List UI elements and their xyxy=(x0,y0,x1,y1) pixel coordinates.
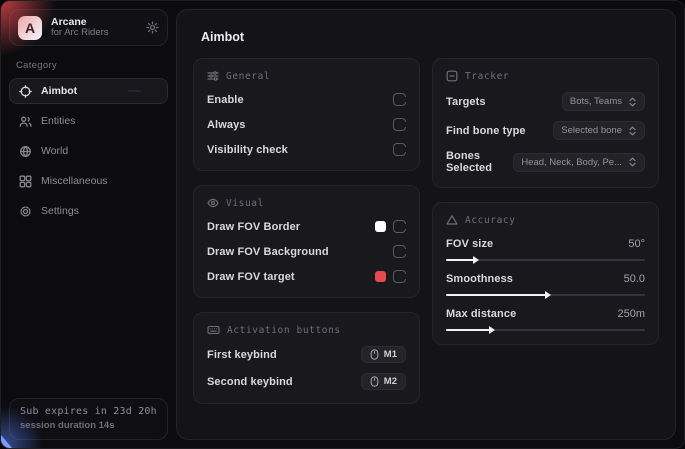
sidebar-item-label: Miscellaneous xyxy=(41,175,108,187)
draw-fov-background-checkbox[interactable] xyxy=(393,245,406,258)
chevrons-up-down-icon xyxy=(628,157,637,167)
users-icon xyxy=(19,115,32,128)
sidebar-item-settings[interactable]: Settings xyxy=(9,198,168,224)
eye-icon xyxy=(207,197,219,209)
always-checkbox[interactable] xyxy=(393,118,406,131)
slider-thumb[interactable] xyxy=(489,326,495,334)
mouse-icon xyxy=(370,376,379,387)
sidebar-item-world[interactable]: World xyxy=(9,138,168,164)
card-title: Tracker xyxy=(465,71,509,82)
card-title: Accuracy xyxy=(465,215,516,226)
slider-thumb[interactable] xyxy=(545,291,551,299)
setting-row: Smoothness 50.0 xyxy=(446,273,645,285)
gear-icon xyxy=(19,205,32,218)
keyboard-icon xyxy=(207,324,220,336)
keybind-hint-dash xyxy=(128,90,141,92)
chevrons-up-down-icon xyxy=(628,97,637,107)
app-logo: A xyxy=(18,16,42,40)
setting-row: Second keybind M2 xyxy=(207,373,406,390)
triangle-icon xyxy=(446,214,458,226)
slider-thumb[interactable] xyxy=(473,256,479,264)
sidebar-item-label: Entities xyxy=(41,115,75,127)
card-title: Visual xyxy=(226,198,264,209)
subscription-info: Sub expires in 23d 20h session duration … xyxy=(9,398,168,440)
gear-icon[interactable] xyxy=(146,21,159,34)
draw-fov-border-checkbox[interactable] xyxy=(393,220,406,233)
chevrons-up-down-icon xyxy=(628,126,637,136)
enable-checkbox[interactable] xyxy=(393,93,406,106)
setting-row: Draw FOV Border xyxy=(207,219,406,234)
fov-size-value: 50° xyxy=(628,238,645,250)
targets-dropdown[interactable]: Bots, Teams xyxy=(562,92,645,111)
setting-row: Visibility check xyxy=(207,142,406,157)
sidebar-item-label: World xyxy=(41,145,68,157)
sidebar-nav: Aimbot Entities xyxy=(9,78,168,224)
brand-card: A Arcane for Arc Riders xyxy=(9,9,168,46)
fov-size-slider[interactable] xyxy=(446,259,645,261)
find-bone-type-dropdown[interactable]: Selected bone xyxy=(553,121,645,140)
sidebar-item-entities[interactable]: Entities xyxy=(9,108,168,134)
sliders-icon xyxy=(207,70,219,82)
first-keybind-button[interactable]: M1 xyxy=(361,346,406,363)
card-title: General xyxy=(226,71,270,82)
square-minus-icon xyxy=(446,70,458,82)
smoothness-value: 50.0 xyxy=(624,273,645,285)
main-panel: Aimbot General Enable xyxy=(176,9,676,440)
setting-row: Bones Selected Head, Neck, Body, Pe... xyxy=(446,150,645,174)
app-window: A Arcane for Arc Riders Category xyxy=(0,0,685,449)
sidebar-item-aimbot[interactable]: Aimbot xyxy=(9,78,168,104)
setting-row: Targets Bots, Teams xyxy=(446,92,645,111)
max-distance-slider[interactable] xyxy=(446,329,645,331)
sidebar-item-miscellaneous[interactable]: Miscellaneous xyxy=(9,168,168,194)
sidebar: A Arcane for Arc Riders Category xyxy=(1,1,176,448)
sub-expiry-text: Sub expires in 23d 20h xyxy=(20,406,157,417)
globe-icon xyxy=(19,145,32,158)
bones-selected-dropdown[interactable]: Head, Neck, Body, Pe... xyxy=(513,153,645,172)
fov-border-color-swatch[interactable] xyxy=(375,221,386,232)
mouse-cursor xyxy=(1,435,12,448)
smoothness-slider[interactable] xyxy=(446,294,645,296)
activation-card: Activation buttons First keybind M1 xyxy=(193,312,420,404)
setting-row: Draw FOV target xyxy=(207,269,406,284)
crosshair-icon xyxy=(19,85,32,98)
tracker-card: Tracker Targets Bots, Teams xyxy=(432,58,659,188)
general-card: General Enable Always Visibility check xyxy=(193,58,420,171)
category-label: Category xyxy=(16,60,168,71)
page-title: Aimbot xyxy=(201,30,659,44)
fov-target-color-swatch[interactable] xyxy=(375,271,386,282)
max-distance-value: 250m xyxy=(617,308,645,320)
setting-row: Always xyxy=(207,117,406,132)
setting-row: Enable xyxy=(207,92,406,107)
brand-subtitle: for Arc Riders xyxy=(51,28,137,39)
accuracy-card: Accuracy FOV size 50° Smoothness 50.0 xyxy=(432,202,659,345)
mouse-icon xyxy=(370,349,379,360)
second-keybind-button[interactable]: M2 xyxy=(361,373,406,390)
setting-row: Find bone type Selected bone xyxy=(446,121,645,140)
setting-row: First keybind M1 xyxy=(207,346,406,363)
right-column: Tracker Targets Bots, Teams xyxy=(432,58,659,345)
left-column: General Enable Always Visibility check xyxy=(193,58,420,404)
card-title: Activation buttons xyxy=(227,325,341,336)
sidebar-item-label: Settings xyxy=(41,205,79,217)
visibility-check-checkbox[interactable] xyxy=(393,143,406,156)
setting-row: Draw FOV Background xyxy=(207,244,406,259)
setting-row: Max distance 250m xyxy=(446,308,645,320)
sidebar-item-label: Aimbot xyxy=(41,85,77,97)
grid-icon xyxy=(19,175,32,188)
session-duration-text: session duration 14s xyxy=(20,420,157,431)
setting-row: FOV size 50° xyxy=(446,238,645,250)
draw-fov-target-checkbox[interactable] xyxy=(393,270,406,283)
visual-card: Visual Draw FOV Border Draw FOV Backgrou… xyxy=(193,185,420,298)
